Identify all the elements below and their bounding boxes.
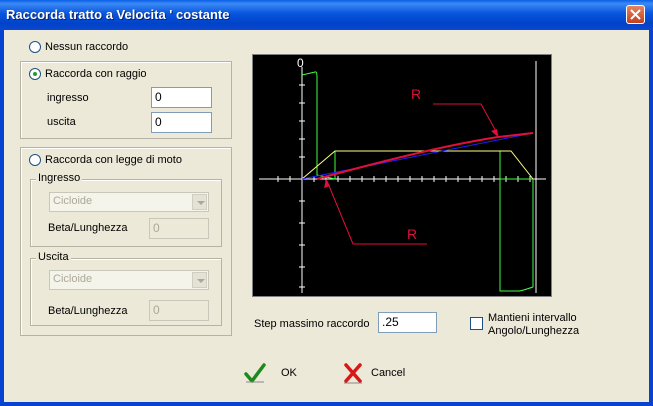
keep-interval-label-line1[interactable]: Mantieni intervallo [488, 312, 577, 324]
uscita-law-select[interactable]: Cicloide [49, 270, 209, 290]
step-label: Step massimo raccordo [254, 318, 370, 330]
window-frame-bottom [0, 402, 653, 406]
ingresso-label: ingresso [47, 92, 89, 104]
motion-graph-canvas: 0 R R [259, 56, 546, 293]
uscita-law-select-value: Cicloide [53, 273, 93, 285]
cancel-label: Cancel [371, 367, 406, 379]
cancel-button[interactable]: Cancel [343, 361, 405, 385]
checkmark-icon [244, 363, 266, 383]
window-frame-left [0, 30, 4, 406]
window-frame-right [649, 30, 653, 406]
ingresso-radius-field[interactable]: 0 [151, 87, 212, 108]
radio-radius-label[interactable]: Raccorda con raggio [45, 68, 147, 80]
radius-leader-top [433, 103, 499, 136]
close-button[interactable] [626, 5, 645, 24]
step-field[interactable]: .25 [378, 312, 437, 333]
radius-arrow-top [491, 129, 498, 137]
radio-radius[interactable] [29, 68, 41, 80]
chevron-down-icon [192, 272, 207, 288]
ok-label: OK [281, 367, 297, 379]
radio-none-label[interactable]: Nessun raccordo [45, 41, 128, 53]
radio-law[interactable] [29, 154, 41, 166]
uscita-group-title: Uscita [36, 251, 71, 263]
cancel-x-icon [344, 363, 362, 384]
uscita-beta-field[interactable]: 0 [149, 300, 209, 321]
radio-none[interactable] [29, 41, 41, 53]
speed-curve [301, 150, 534, 180]
radius-label-bottom: R [407, 226, 417, 242]
uscita-radius-field[interactable]: 0 [151, 112, 212, 133]
ingresso-beta-field[interactable]: 0 [149, 218, 209, 239]
ingresso-group-title: Ingresso [36, 172, 83, 184]
ingresso-law-select-value: Cicloide [53, 195, 93, 207]
close-icon [630, 9, 641, 20]
ingresso-law-select[interactable]: Cicloide [49, 192, 209, 212]
radius-label-top: R [411, 86, 421, 102]
keep-interval-checkbox[interactable] [470, 317, 483, 330]
title-bar: Raccorda tratto a Velocita ' costante [0, 0, 653, 30]
uscita-label: uscita [47, 116, 76, 128]
ingresso-beta-label: Beta/Lunghezza [48, 222, 128, 234]
origin-label: 0 [297, 56, 304, 70]
chevron-down-icon [192, 194, 207, 210]
keep-interval-label-line2[interactable]: Angolo/Lunghezza [488, 325, 579, 337]
acceleration-curve [301, 71, 534, 292]
window-title: Raccorda tratto a Velocita ' costante [6, 7, 230, 22]
radio-law-label[interactable]: Raccorda con legge di moto [45, 154, 182, 166]
ok-button[interactable]: OK [244, 361, 297, 385]
uscita-beta-label: Beta/Lunghezza [48, 305, 128, 317]
linear-path [301, 132, 534, 180]
motion-graph: 0 R R [252, 54, 552, 297]
